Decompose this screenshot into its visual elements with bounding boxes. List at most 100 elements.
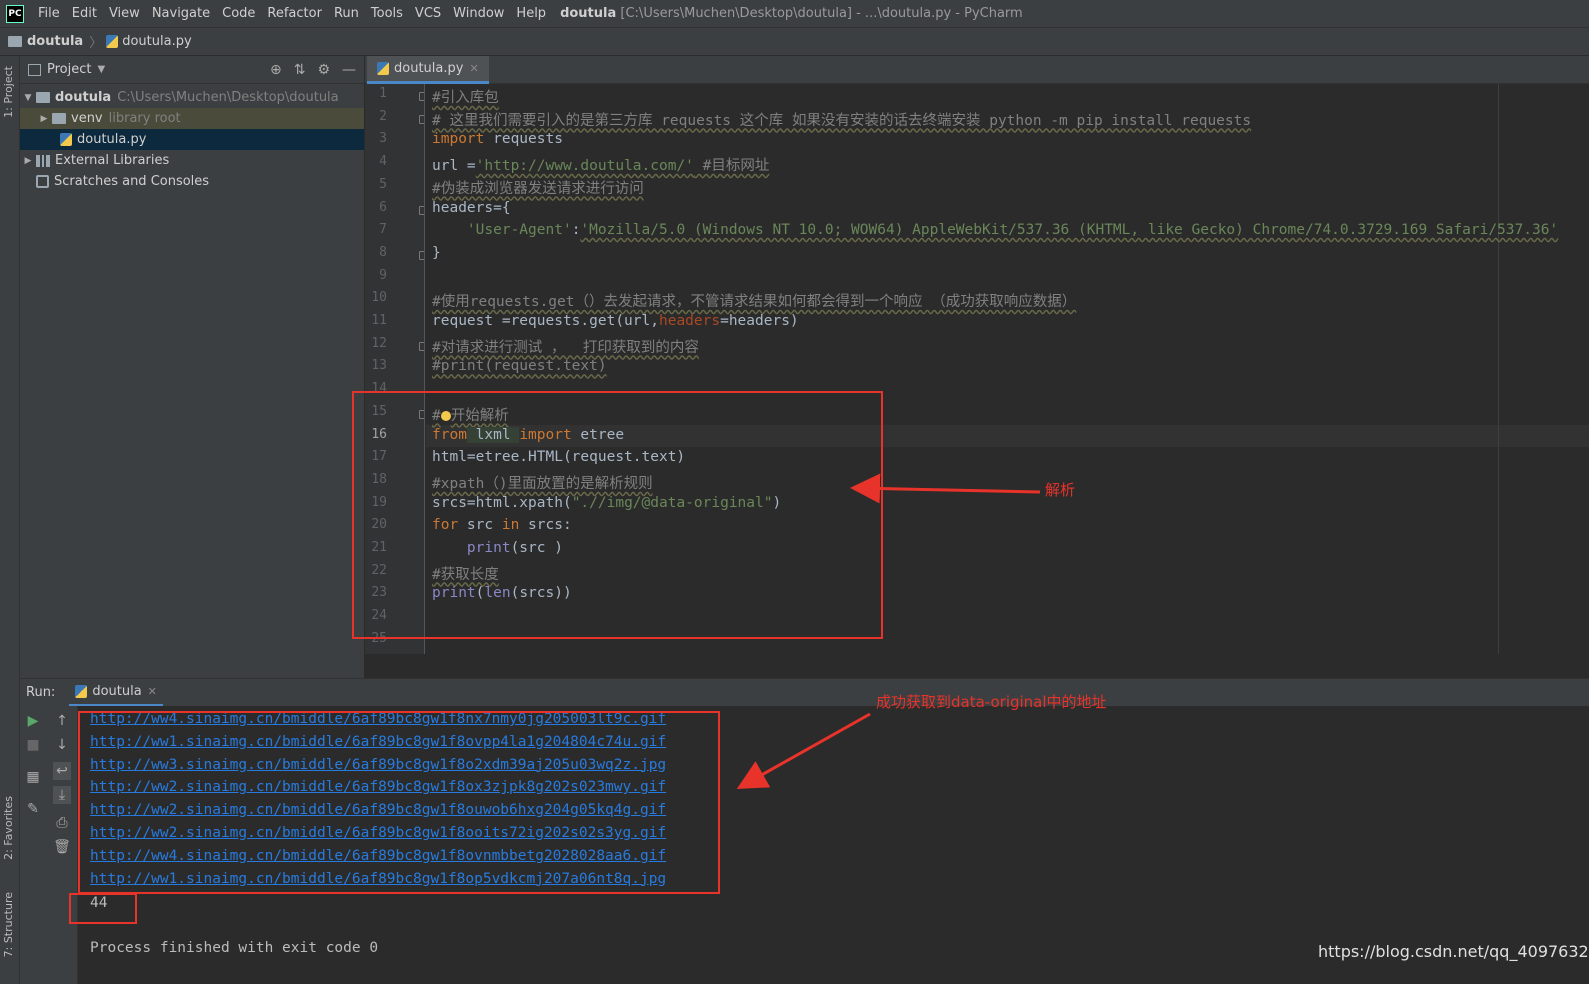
fold-marker-icon[interactable]	[419, 250, 424, 260]
window-title-path: [C:\Users\Muchen\Desktop\doutula] - ...\…	[620, 6, 1023, 21]
run-tab-doutula[interactable]: doutula ✕	[69, 679, 163, 707]
menu-navigate[interactable]: Navigate	[146, 0, 216, 28]
run-panel-header: Run: doutula ✕	[20, 678, 1589, 707]
line-number: 7	[379, 222, 387, 238]
fold-marker-icon[interactable]	[419, 341, 424, 351]
python-file-icon	[75, 684, 88, 698]
tree-venv-note: library root	[108, 111, 181, 126]
line-number: 13	[371, 358, 387, 374]
breadcrumb-file-label: doutula.py	[122, 34, 192, 49]
project-panel-header: Project ▼ ⊕ ⇅ ⚙ —	[20, 56, 364, 84]
pin-icon[interactable]: ✎	[24, 800, 42, 818]
code-line-1: #引入库包	[432, 90, 499, 106]
project-panel: Project ▼ ⊕ ⇅ ⚙ — ▼ doutula C:\Users\Muc…	[20, 56, 365, 678]
tree-item-venv[interactable]: ▶ venv library root	[20, 108, 364, 129]
code-line-12: #对请求进行测试 ， 打印获取到的内容	[432, 339, 699, 356]
arrow-up-icon[interactable]: ↑	[53, 712, 71, 730]
layout-icon[interactable]: ▦	[24, 768, 42, 786]
tree-file-label: doutula.py	[77, 132, 147, 147]
line-number: 11	[371, 313, 387, 328]
play-icon[interactable]: ▶	[24, 712, 42, 730]
line-number: 9	[379, 267, 387, 283]
tree-item-root[interactable]: ▼ doutula C:\Users\Muchen\Desktop\doutul…	[20, 87, 364, 108]
annotation-parse-label: 解析	[1045, 481, 1076, 499]
folder-icon	[36, 92, 50, 103]
expand-right-icon[interactable]: ▶	[36, 114, 52, 124]
line-number: 12	[371, 335, 387, 351]
scratches-icon	[36, 175, 49, 188]
breadcrumb-file[interactable]: doutula.py	[104, 34, 192, 49]
project-tool-button[interactable]: 1: Project	[2, 66, 15, 118]
arrow-down-icon[interactable]: ↓	[53, 736, 71, 754]
watermark: https://blog.csdn.net/qq_40976321	[1318, 942, 1589, 961]
annotation-box-code	[352, 391, 883, 639]
locate-icon[interactable]: ⊕	[270, 62, 282, 78]
breadcrumb: doutula 〉 doutula.py	[0, 28, 1589, 56]
chevron-down-icon[interactable]: ▼	[97, 64, 105, 75]
output-exit-message: Process finished with exit code 0	[90, 940, 379, 956]
python-file-icon	[60, 133, 72, 146]
tab-doutula-py[interactable]: doutula.py ✕	[367, 56, 489, 84]
editor-tab-bar: doutula.py ✕	[365, 56, 1589, 84]
python-file-icon	[377, 62, 389, 75]
left-tool-stripe: 1: Project 2: Favorites 7: Structure	[0, 56, 20, 984]
fold-marker-icon[interactable]	[419, 205, 424, 215]
library-icon	[36, 154, 50, 167]
window-title: doutula [C:\Users\Muchen\Desktop\doutula…	[560, 6, 1023, 21]
code-line-5: #伪装成浏览器发送请求进行访问	[432, 180, 644, 197]
pycharm-logo-icon: PC	[6, 4, 24, 23]
close-icon[interactable]: ✕	[469, 62, 478, 75]
menu-run[interactable]: Run	[328, 0, 365, 28]
print-icon[interactable]: ⎙	[53, 814, 71, 832]
menu-edit[interactable]: Edit	[66, 0, 103, 28]
project-view-icon	[28, 63, 41, 76]
code-line-3: import requests	[432, 131, 563, 148]
gear-icon[interactable]: ⚙	[317, 62, 330, 78]
code-line-6: headers={	[432, 199, 511, 216]
code-line-2: # 这里我们需要引入的是第三方库 requests 这个库 如果没有安装的话去终…	[432, 112, 1252, 129]
expand-down-icon[interactable]: ▼	[20, 93, 36, 103]
breadcrumb-project-label: doutula	[27, 34, 84, 49]
close-icon[interactable]: ✕	[148, 685, 157, 698]
menu-help[interactable]: Help	[510, 0, 552, 28]
trash-icon[interactable]: 🗑	[53, 838, 71, 856]
scroll-to-end-icon[interactable]: ⤓	[53, 786, 71, 804]
breadcrumb-project[interactable]: doutula	[0, 34, 83, 49]
folder-icon	[8, 36, 22, 47]
hide-icon[interactable]: —	[342, 62, 356, 78]
run-tab-label: doutula	[92, 683, 142, 699]
right-margin-guide	[1498, 84, 1499, 654]
tree-root-label: doutula	[55, 90, 112, 105]
fold-marker-icon[interactable]	[419, 92, 424, 101]
tree-item-doutula-py[interactable]: doutula.py	[20, 129, 364, 150]
soft-wrap-icon[interactable]: ↩	[53, 762, 71, 780]
expand-right-icon[interactable]: ▶	[20, 156, 36, 166]
stop-icon[interactable]: ■	[24, 736, 42, 754]
menu-vcs[interactable]: VCS	[409, 0, 447, 28]
tree-item-external-libraries[interactable]: ▶ External Libraries	[20, 150, 364, 171]
collapse-all-icon[interactable]: ⇅	[294, 62, 306, 78]
line-number: 10	[371, 290, 387, 306]
project-panel-title[interactable]: Project	[47, 62, 91, 77]
code-line-4: url ='http://www.doutula.com/' #目标网址	[432, 158, 770, 175]
line-number: 5	[379, 176, 387, 192]
code-line-8: }	[432, 244, 441, 261]
structure-tool-button[interactable]: 7: Structure	[2, 892, 15, 957]
line-number: 6	[379, 199, 387, 215]
run-toolbar: ▶ ■ ▦ ✎ ↑ ↓ ↩ ⤓ ⎙ 🗑	[20, 706, 78, 984]
menu-file[interactable]: File	[32, 0, 66, 28]
code-line-7: 'User-Agent':'Mozilla/5.0 (Windows NT 10…	[432, 222, 1559, 239]
menu-code[interactable]: Code	[216, 0, 261, 28]
favorites-tool-button[interactable]: 2: Favorites	[2, 796, 15, 860]
menu-tools[interactable]: Tools	[365, 0, 409, 28]
annotation-success-label: 成功获取到data-original中的地址	[876, 693, 1107, 711]
menu-window[interactable]: Window	[447, 0, 510, 28]
menu-view[interactable]: View	[103, 0, 146, 28]
menu-bar: PC File Edit View Navigate Code Refactor…	[0, 0, 1589, 28]
python-file-icon	[106, 35, 119, 48]
tree-item-scratches[interactable]: Scratches and Consoles	[20, 171, 364, 192]
fold-marker-icon[interactable]	[419, 114, 424, 124]
line-number: 2	[379, 108, 387, 124]
menu-refactor[interactable]: Refactor	[261, 0, 328, 28]
tree-root-path: C:\Users\Muchen\Desktop\doutula	[117, 90, 339, 105]
